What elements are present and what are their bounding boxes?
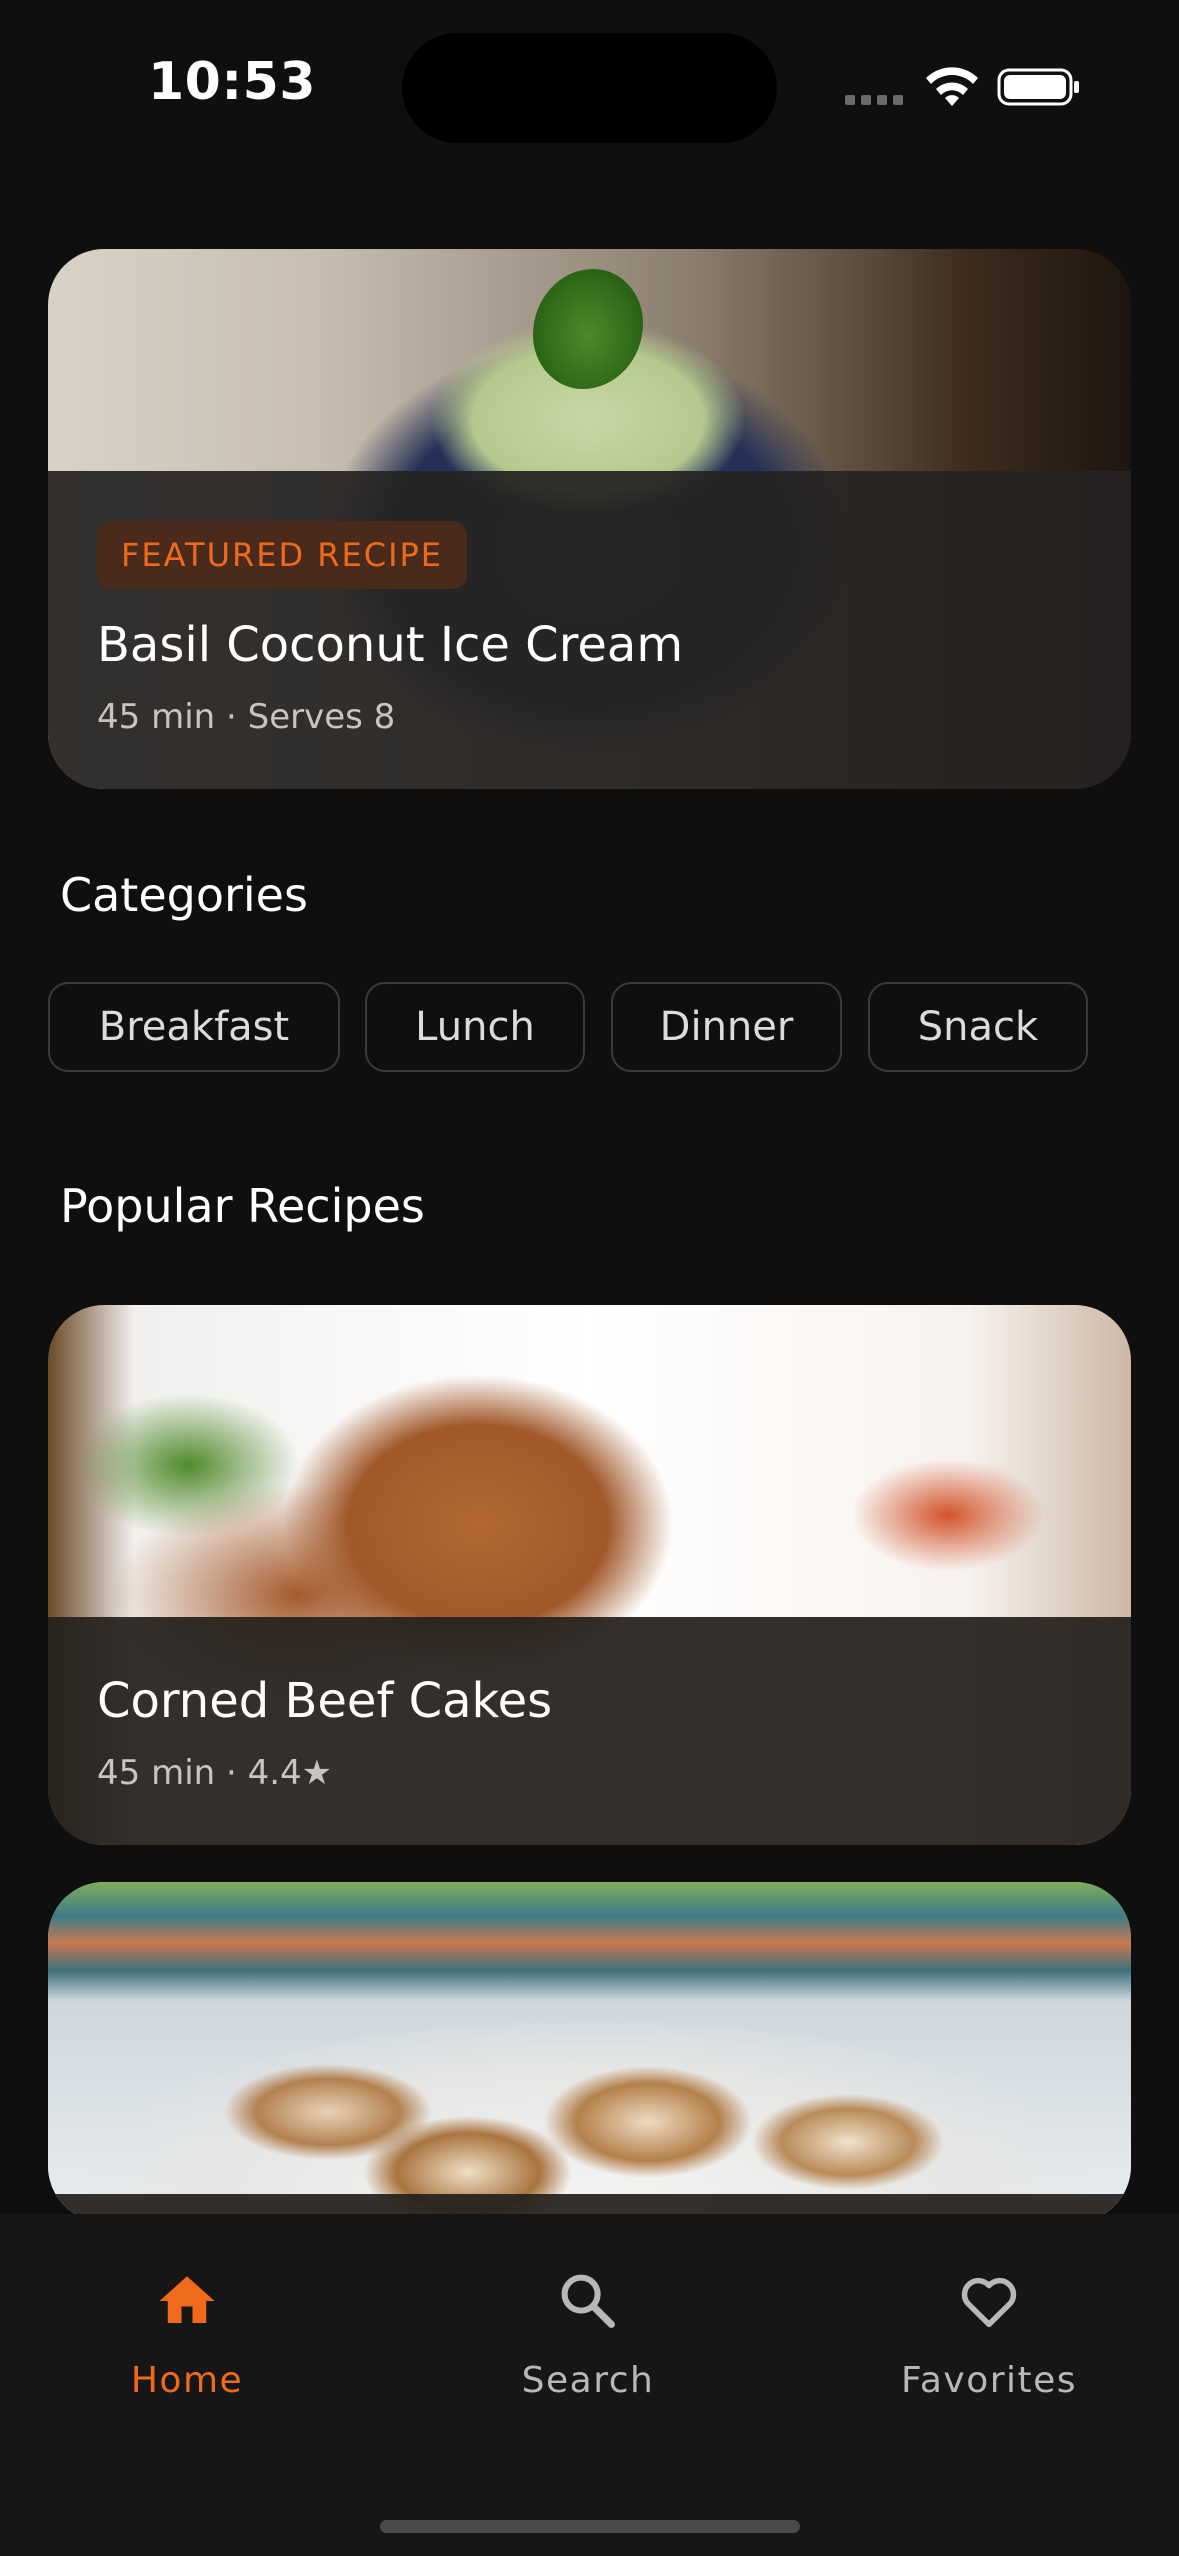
tab-home[interactable]: Home [37, 2264, 337, 2424]
recipe-card[interactable] [48, 1882, 1131, 2222]
featured-badge: FEATURED RECIPE [97, 521, 468, 589]
search-icon [561, 2274, 615, 2328]
tab-favorites-label: Favorites [900, 2360, 1078, 2401]
featured-recipe-title: Basil Coconut Ice Cream [97, 617, 684, 673]
recipe-card[interactable]: Corned Beef Cakes 45 min · 4.4★ [48, 1305, 1131, 1845]
tab-search-label: Search [521, 2360, 655, 2401]
battery-icon [997, 68, 1079, 106]
categories-heading: Categories [60, 868, 308, 922]
category-chip-lunch[interactable]: Lunch [365, 982, 585, 1072]
tab-home-label: Home [130, 2360, 244, 2401]
category-chip-dinner[interactable]: Dinner [611, 982, 842, 1072]
status-time: 10:53 [148, 52, 317, 112]
home-icon [159, 2276, 215, 2323]
featured-recipe-card[interactable]: FEATURED RECIPE Basil Coconut Ice Cream … [48, 249, 1131, 789]
wifi-icon [926, 67, 978, 106]
status-bar: 10:53 [0, 0, 1179, 170]
category-chip-breakfast[interactable]: Breakfast [48, 982, 340, 1072]
recipe-title: Corned Beef Cakes [97, 1673, 553, 1729]
popular-recipes-heading: Popular Recipes [60, 1179, 425, 1233]
home-indicator[interactable] [380, 2520, 800, 2533]
dynamic-island [402, 33, 777, 143]
featured-recipe-meta: 45 min · Serves 8 [97, 697, 396, 737]
cellular-signal-icon [845, 95, 905, 107]
category-chip-snack[interactable]: Snack [868, 982, 1088, 1072]
recipe-image [48, 1882, 1131, 2222]
recipe-meta: 45 min · 4.4★ [97, 1753, 333, 1793]
heart-icon [961, 2277, 1017, 2328]
tab-favorites[interactable]: Favorites [839, 2264, 1139, 2424]
recipe-overlay [48, 1617, 1131, 1845]
bottom-tab-bar: Home Search Favorites [0, 2214, 1179, 2556]
tab-search[interactable]: Search [438, 2264, 738, 2424]
